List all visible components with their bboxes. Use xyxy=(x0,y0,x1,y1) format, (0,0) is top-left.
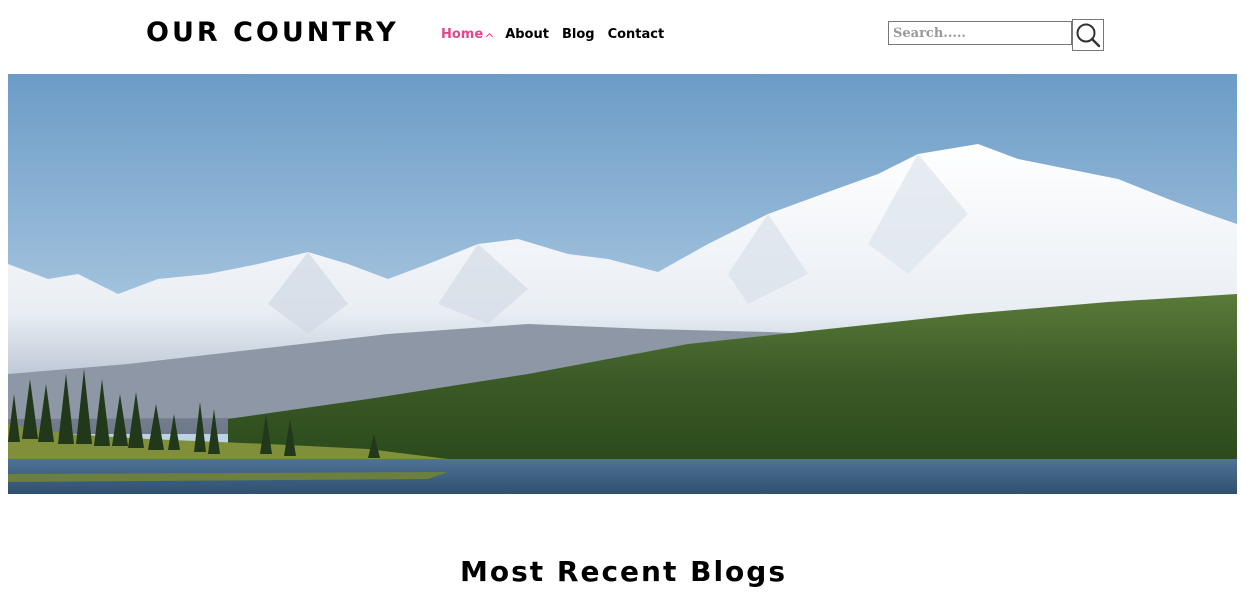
chevron-up-icon xyxy=(486,32,494,40)
search-form xyxy=(888,19,1104,51)
site-logo[interactable]: OUR COUNTRY xyxy=(146,17,399,48)
nav-item-blog[interactable]: Blog xyxy=(562,27,595,42)
section-title: Most Recent Blogs xyxy=(460,555,787,589)
search-icon xyxy=(1076,23,1101,48)
main-nav: Home About Blog Contact xyxy=(441,27,677,42)
search-input[interactable] xyxy=(888,21,1072,45)
nav-item-about[interactable]: About xyxy=(505,27,549,42)
nav-item-contact[interactable]: Contact xyxy=(608,27,665,42)
hero-image xyxy=(8,74,1237,494)
search-button[interactable] xyxy=(1072,19,1104,51)
mountain-landscape-image xyxy=(8,74,1237,494)
nav-item-home-label: Home xyxy=(441,27,484,42)
nav-item-home[interactable]: Home xyxy=(441,27,494,42)
site-header: OUR COUNTRY Home About Blog Contact xyxy=(0,0,1247,74)
